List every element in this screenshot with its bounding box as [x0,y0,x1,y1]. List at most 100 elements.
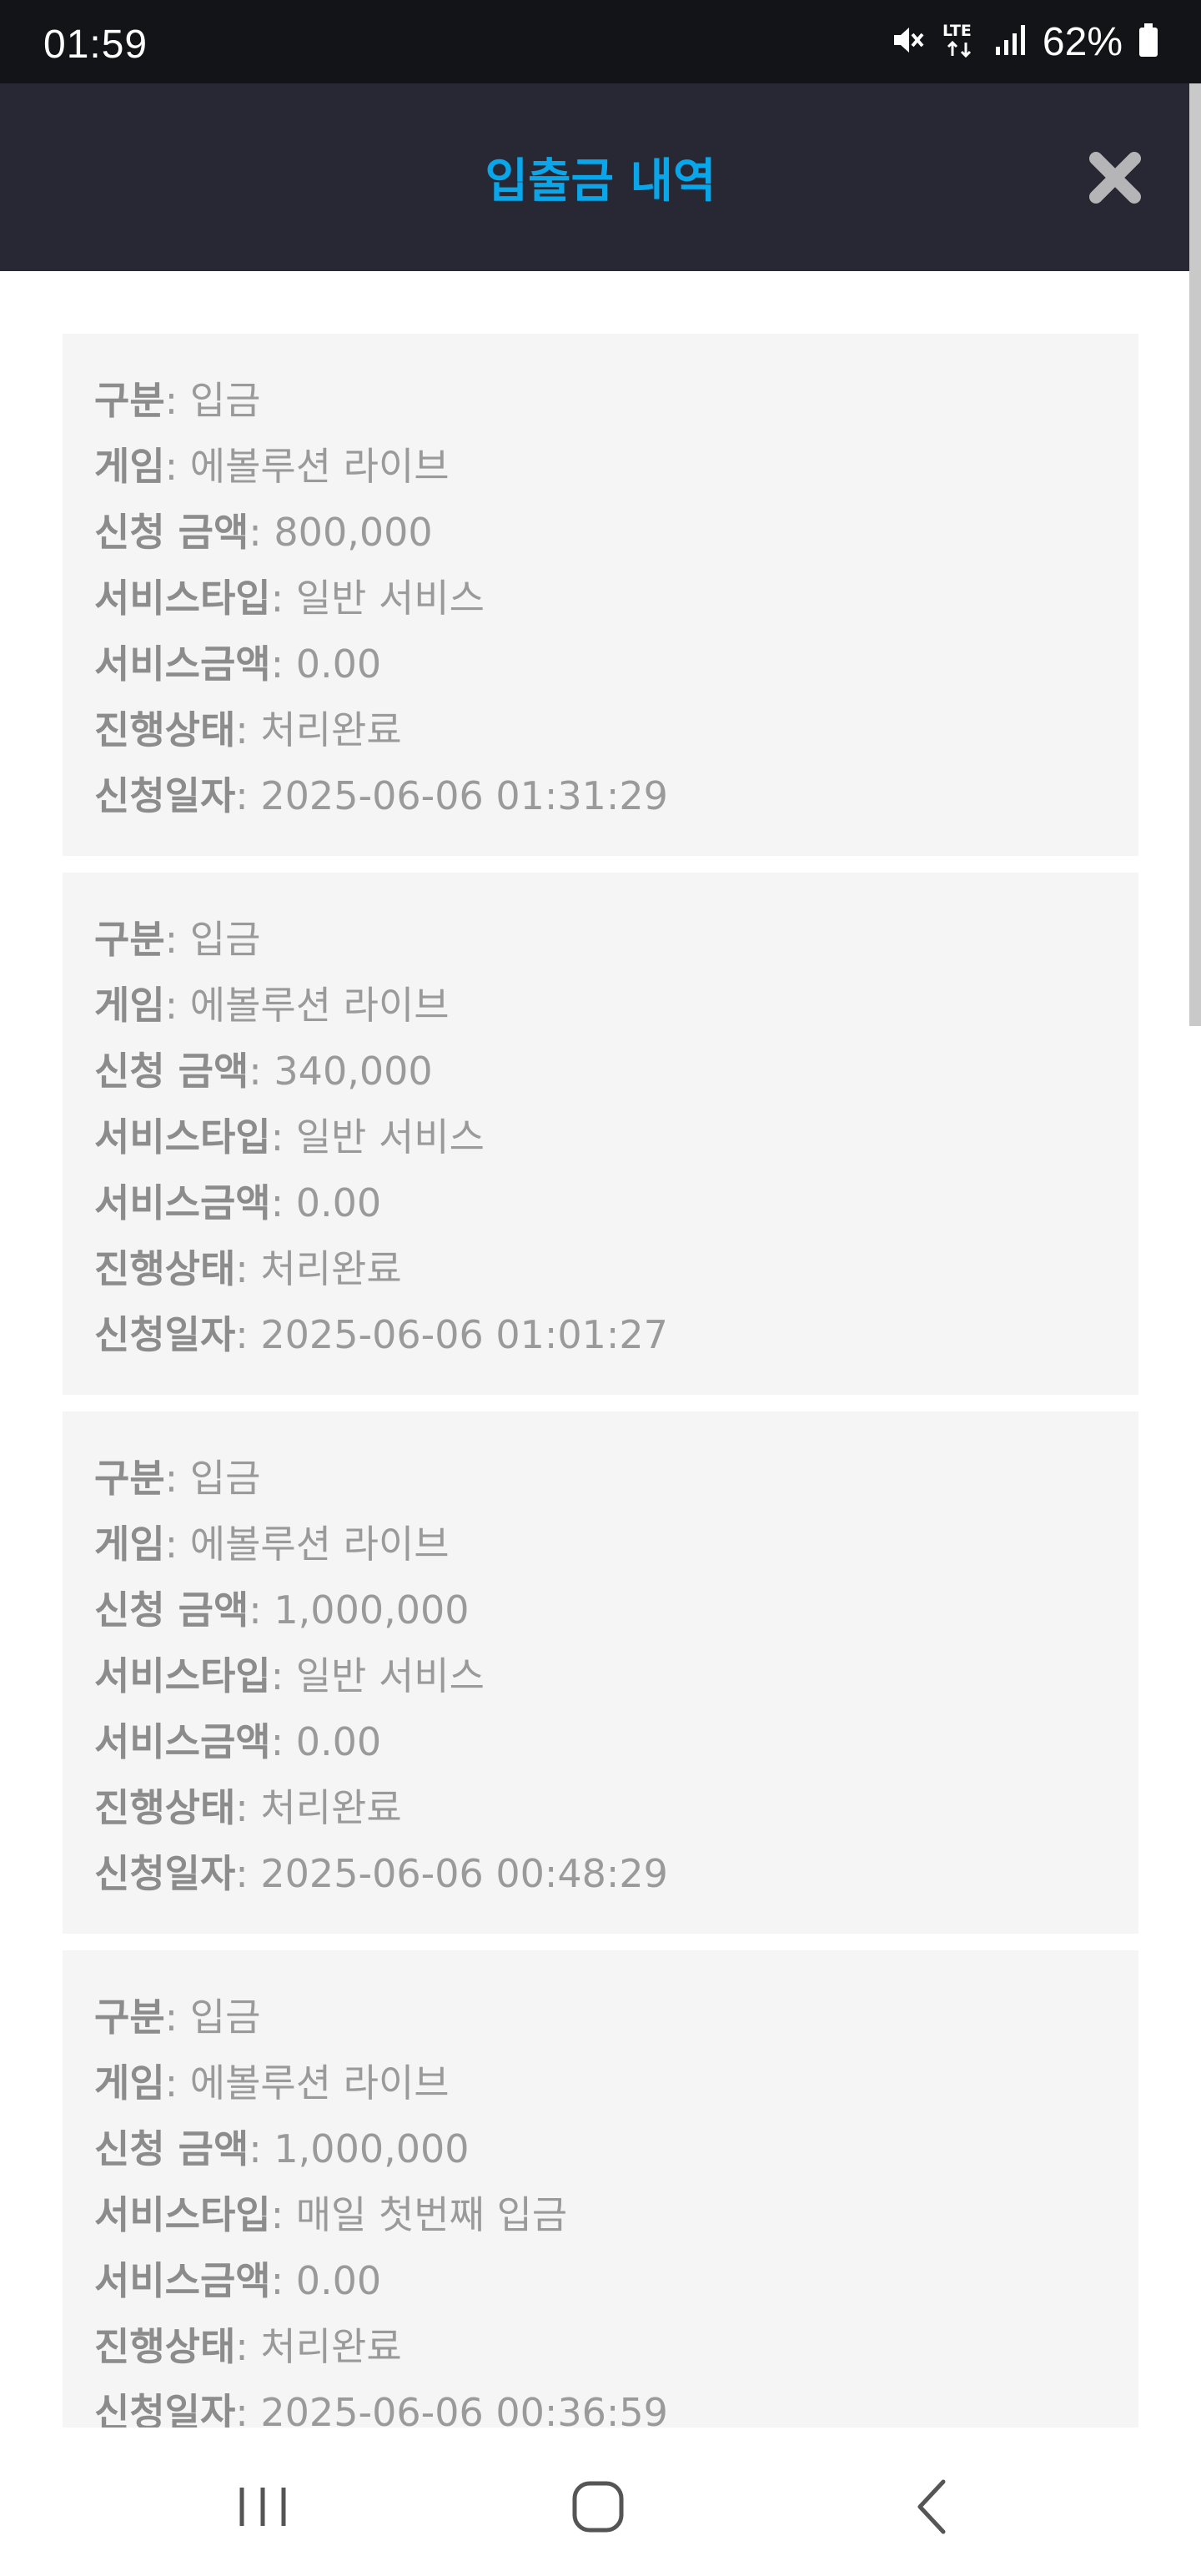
game-label: 게임 [94,444,165,489]
game-value: : 에볼루션 라이브 [164,1522,450,1567]
amount-label: 신청 금액 [94,1587,249,1633]
recents-icon [239,2488,286,2526]
date-label: 신청일자 [94,1312,236,1357]
record-service-type-row: 서비스타입: 일반 서비스 [94,1107,1107,1173]
amount-label: 신청 금액 [94,1049,249,1094]
close-button[interactable] [1088,150,1143,205]
amount-value: : 340,000 [249,1049,433,1094]
record-type-row: 구분: 입금 [94,909,1107,975]
status-value: : 처리완료 [235,1785,402,1830]
record-service-amount-row: 서비스금액: 0.00 [94,634,1107,700]
status-label: 진행상태 [94,707,236,752]
service-type-label: 서비스타입 [94,576,271,621]
battery-icon [1138,22,1159,62]
game-label: 게임 [94,1522,165,1567]
date-label: 신청일자 [94,1851,236,1896]
record-game-row: 게임: 에볼루션 라이브 [94,436,1107,502]
signal-icon [994,23,1028,60]
record-service-type-row: 서비스타입: 매일 첫번째 입금 [94,2185,1107,2251]
type-label: 구분 [94,1456,165,1501]
status-bar: 01:59 LTE 62% [0,0,1201,83]
status-value: : 처리완료 [235,2324,402,2369]
page-header: 입출금 내역 [0,83,1201,271]
date-value: : 2025-06-06 01:01:27 [235,1312,668,1357]
service-type-label: 서비스타입 [94,1114,271,1160]
type-label: 구분 [94,917,165,962]
amount-label: 신청 금액 [94,510,249,555]
record-amount-row: 신청 금액: 1,000,000 [94,2119,1107,2185]
record-card: 구분: 입금 게임: 에볼루션 라이브 신청 금액: 1,000,000 서비스… [63,1411,1138,1934]
record-game-row: 게임: 에볼루션 라이브 [94,975,1107,1041]
game-label: 게임 [94,2060,165,2106]
game-value: : 에볼루션 라이브 [164,983,450,1028]
service-type-label: 서비스타입 [94,1653,271,1698]
amount-value: : 1,000,000 [249,1587,470,1633]
page-title: 입출금 내역 [485,154,716,209]
record-status-row: 진행상태: 처리완료 [94,700,1107,766]
service-type-value: : 일반 서비스 [270,576,485,621]
type-value: : 입금 [164,1995,261,2040]
game-label: 게임 [94,983,165,1028]
service-amount-label: 서비스금액 [94,1180,271,1225]
record-service-amount-row: 서비스금액: 0.00 [94,1712,1107,1778]
service-type-value: : 일반 서비스 [270,1653,485,1698]
amount-label: 신청 금액 [94,2126,249,2171]
service-amount-label: 서비스금액 [94,1719,271,1764]
battery-percent: 62% [1042,19,1123,64]
date-value: : 2025-06-06 01:31:29 [235,773,668,818]
record-type-row: 구분: 입금 [94,1987,1107,2053]
date-label: 신청일자 [94,773,236,818]
service-amount-label: 서비스금액 [94,641,271,687]
date-value: : 2025-06-06 00:36:59 [235,2390,668,2428]
record-date-row: 신청일자: 2025-06-06 00:36:59 [94,2382,1107,2428]
record-amount-row: 신청 금액: 1,000,000 [94,1580,1107,1646]
record-card: 구분: 입금 게임: 에볼루션 라이브 신청 금액: 340,000 서비스타입… [63,873,1138,1395]
back-button[interactable] [897,2469,972,2544]
record-game-row: 게임: 에볼루션 라이브 [94,2053,1107,2119]
lte-label: LTE [942,22,972,40]
status-value: : 처리완료 [235,1246,402,1291]
scrollbar[interactable] [1189,83,1201,1026]
record-service-type-row: 서비스타입: 일반 서비스 [94,1646,1107,1712]
record-type-row: 구분: 입금 [94,1448,1107,1514]
service-amount-value: : 0.00 [270,1180,382,1225]
service-type-value: : 매일 첫번째 입금 [270,2192,568,2237]
game-value: : 에볼루션 라이브 [164,2060,450,2106]
amount-value: : 800,000 [249,510,433,555]
type-value: : 입금 [164,378,261,423]
record-status-row: 진행상태: 처리완료 [94,1778,1107,1844]
status-value: : 처리완료 [235,707,402,752]
record-card: 구분: 입금 게임: 에볼루션 라이브 신청 금액: 800,000 서비스타입… [63,334,1138,856]
status-label: 진행상태 [94,1785,236,1830]
record-type-row: 구분: 입금 [94,370,1107,436]
date-label: 신청일자 [94,2390,236,2428]
type-label: 구분 [94,1995,165,2040]
record-service-type-row: 서비스타입: 일반 서비스 [94,568,1107,634]
game-value: : 에볼루션 라이브 [164,444,450,489]
record-card: 구분: 입금 게임: 에볼루션 라이브 신청 금액: 1,000,000 서비스… [63,1950,1138,2428]
close-icon [1089,152,1141,204]
mute-icon [889,22,926,62]
record-date-row: 신청일자: 2025-06-06 01:01:27 [94,1305,1107,1371]
record-service-amount-row: 서비스금액: 0.00 [94,1173,1107,1239]
record-amount-row: 신청 금액: 340,000 [94,1041,1107,1107]
record-date-row: 신청일자: 2025-06-06 01:31:29 [94,766,1107,832]
record-service-amount-row: 서비스금액: 0.00 [94,2251,1107,2317]
home-button[interactable] [560,2469,636,2544]
lte-icon: LTE [941,19,979,64]
service-amount-label: 서비스금액 [94,2258,271,2303]
recents-button[interactable] [225,2469,300,2544]
type-label: 구분 [94,378,165,423]
record-amount-row: 신청 금액: 800,000 [94,502,1107,568]
status-label: 진행상태 [94,2324,236,2369]
system-nav-bar [0,2428,1201,2576]
record-game-row: 게임: 에볼루션 라이브 [94,1514,1107,1580]
service-type-value: : 일반 서비스 [270,1114,485,1160]
record-status-row: 진행상태: 처리완료 [94,2317,1107,2382]
service-type-label: 서비스타입 [94,2192,271,2237]
service-amount-value: : 0.00 [270,641,382,687]
transaction-list-container[interactable]: 구분: 입금 게임: 에볼루션 라이브 신청 금액: 800,000 서비스타입… [0,271,1201,2428]
type-value: : 입금 [164,1456,261,1501]
status-label: 진행상태 [94,1246,236,1291]
record-date-row: 신청일자: 2025-06-06 00:48:29 [94,1844,1107,1909]
